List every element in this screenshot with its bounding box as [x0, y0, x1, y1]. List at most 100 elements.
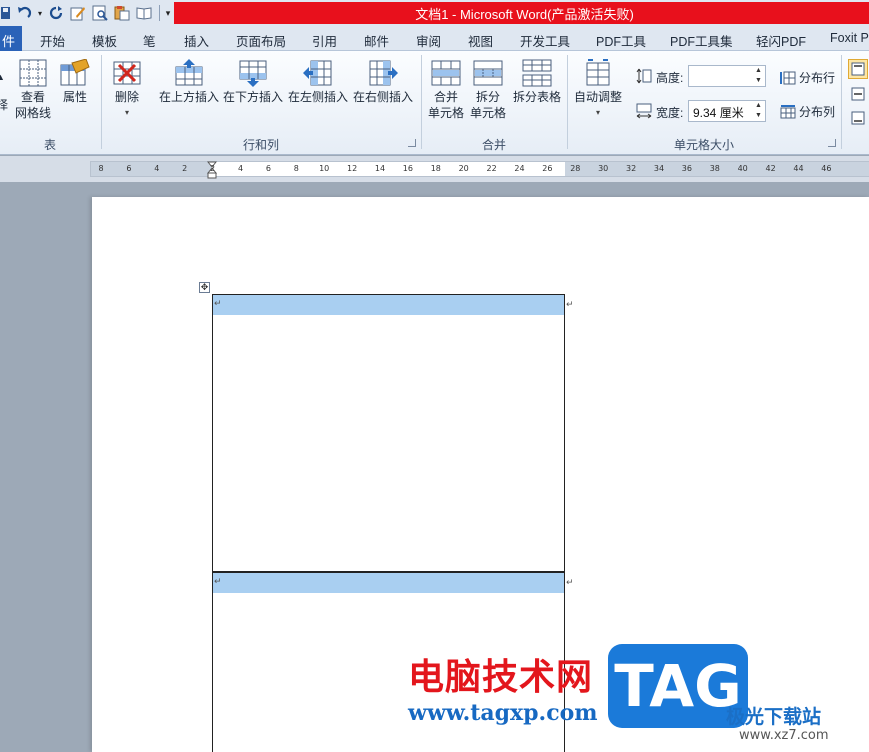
autofit-button[interactable]: 自动调整 ▾	[572, 59, 624, 121]
properties-button[interactable]: 属性	[58, 59, 92, 105]
ruler-tick-label: 6	[126, 164, 132, 173]
distribute-rows-icon	[780, 71, 796, 84]
distribute-rows-label: 分布行	[799, 71, 836, 85]
insert-right-button[interactable]: 在右侧插入	[352, 59, 414, 105]
width-input[interactable]: 9.34 厘米 ▲ ▼	[688, 100, 766, 122]
split-table-icon	[522, 59, 552, 87]
insert-below-button[interactable]: 在下方插入	[222, 59, 284, 105]
group-separator	[101, 55, 102, 149]
column-width-icon	[636, 103, 652, 119]
width-value: 9.34 厘米	[693, 106, 744, 120]
distribute-columns-label: 分布列	[799, 105, 836, 119]
row-end-mark: ↵	[566, 577, 574, 587]
paragraph-mark: ↵	[214, 576, 222, 586]
ruler-tick-label: 46	[821, 164, 832, 173]
ruler-tick-label: 6	[265, 164, 271, 173]
ribbon: 择 ▲ 查看 网格线 属性 表 删除 ▾ 在上方插入 在下方插入 在左侧插入 在…	[0, 51, 869, 155]
split-cells-label-1: 拆分	[475, 90, 500, 104]
align-middle-icon	[851, 87, 865, 101]
tab-file[interactable]: 件	[0, 26, 22, 51]
insert-column-left-icon	[303, 60, 332, 86]
gridlines-icon	[19, 59, 47, 87]
align-center-left-button[interactable]	[849, 85, 867, 103]
tab-pen[interactable]: 笔	[143, 31, 156, 50]
align-top-left-button[interactable]	[848, 59, 868, 79]
group-separator	[841, 55, 842, 149]
split-table-label: 拆分表格	[512, 90, 561, 104]
group-separator	[421, 55, 422, 149]
split-table-button[interactable]: 拆分表格	[510, 59, 564, 105]
ruler-tick-label: 12	[347, 164, 358, 173]
title-bar: ▾ ▾ 文档1 - Microsoft Word(产品激活失败)	[0, 0, 869, 26]
merge-cells-icon	[431, 60, 461, 86]
width-spinner-icon[interactable]: ▲ ▼	[755, 101, 763, 121]
horizontal-ruler[interactable]: 8 6 4 2 2 4 6 8 10 12 14 16 18 20 22 24 26 28 30 32 34 36 38 40…	[90, 161, 869, 179]
ruler-tick-label: 8	[293, 164, 299, 173]
merge-cells-button[interactable]: 合并 单元格	[426, 59, 466, 121]
ruler-tick-label: 8	[98, 164, 104, 173]
ruler-tick-label: 10	[319, 164, 330, 173]
autofit-label: 自动调整	[573, 90, 622, 104]
ruler-tick-label: 22	[486, 164, 497, 173]
window-title: 文档1 - Microsoft Word(产品激活失败)	[415, 7, 634, 22]
table-cell-1[interactable]: ↵	[212, 294, 565, 572]
tab-mailings[interactable]: 邮件	[364, 31, 389, 50]
tab-insert[interactable]: 插入	[184, 31, 209, 50]
row-end-mark: ↵	[566, 299, 574, 309]
tab-pdf-tools[interactable]: PDF工具	[596, 31, 646, 50]
merge-cells-label-1: 合并	[433, 90, 458, 104]
ruler-tick-label: 36	[681, 164, 692, 173]
rows-cols-group-label: 行和列	[242, 138, 279, 152]
watermark-brand-url: www.xz7.com	[739, 728, 829, 743]
tab-light-pdf[interactable]: 轻闪PDF	[756, 31, 806, 50]
insert-left-button[interactable]: 在左侧插入	[287, 59, 349, 105]
insert-column-right-icon	[369, 60, 398, 86]
tab-page-layout[interactable]: 页面布局	[236, 31, 286, 50]
insert-left-label: 在左侧插入	[287, 90, 348, 104]
watermark-brand-name: 极光下载站	[726, 706, 822, 728]
ruler-tick-label: 14	[374, 164, 386, 173]
height-input[interactable]: ▲ ▼	[688, 65, 766, 87]
align-bottom-left-button[interactable]	[849, 109, 867, 127]
split-cells-icon	[473, 60, 503, 86]
tab-foxit[interactable]: Foxit P	[830, 31, 869, 45]
merge-group-label: 合并	[481, 138, 506, 152]
dialog-launcher-icon[interactable]	[408, 139, 416, 147]
chevron-down-icon: ▾	[595, 108, 600, 117]
ruler-tick-label: 28	[570, 164, 581, 173]
cell-size-group-label: 单元格大小	[673, 138, 734, 152]
distribute-columns-button[interactable]: 分布列	[780, 103, 835, 120]
ruler-tick-label: 32	[626, 164, 637, 173]
ruler-tick-label: 2	[182, 164, 188, 173]
split-cells-button[interactable]: 拆分 单元格	[468, 59, 508, 121]
ruler-tick-label: 16	[402, 164, 413, 173]
tab-home[interactable]: 开始	[40, 31, 65, 50]
distribute-rows-button[interactable]: 分布行	[780, 69, 835, 86]
selected-row[interactable]	[213, 573, 564, 593]
tab-view[interactable]: 视图	[468, 31, 493, 50]
insert-row-below-icon	[239, 60, 267, 87]
tab-references[interactable]: 引用	[312, 31, 337, 50]
view-gridlines-button[interactable]: 查看 网格线	[14, 59, 52, 121]
view-gridlines-label-1: 查看	[20, 90, 45, 104]
ruler-tick-label: 4	[154, 164, 160, 173]
delete-button[interactable]: 删除 ▾	[106, 59, 148, 121]
tab-review[interactable]: 审阅	[416, 31, 441, 50]
merge-cells-label-2: 单元格	[427, 106, 464, 120]
height-spinner-icon[interactable]: ▲ ▼	[755, 66, 763, 86]
ruler-tick-label: 40	[737, 164, 748, 173]
tab-pdf-toolset[interactable]: PDF工具集	[670, 31, 733, 50]
ruler-tick-label: 20	[458, 164, 469, 173]
insert-row-above-icon	[175, 59, 203, 86]
table-move-handle-icon[interactable]: ✥	[199, 282, 210, 293]
insert-above-button[interactable]: 在上方插入	[158, 59, 220, 105]
ruler-tick-label: 26	[542, 164, 553, 173]
selected-row[interactable]	[213, 295, 564, 315]
ruler-tick-label: 24	[514, 164, 525, 173]
dialog-launcher-icon[interactable]	[828, 139, 836, 147]
group-separator	[567, 55, 568, 149]
table-properties-icon	[60, 59, 90, 86]
tab-templates[interactable]: 模板	[92, 31, 117, 50]
tab-developer[interactable]: 开发工具	[520, 31, 570, 50]
view-gridlines-label-2: 网格线	[14, 106, 51, 120]
